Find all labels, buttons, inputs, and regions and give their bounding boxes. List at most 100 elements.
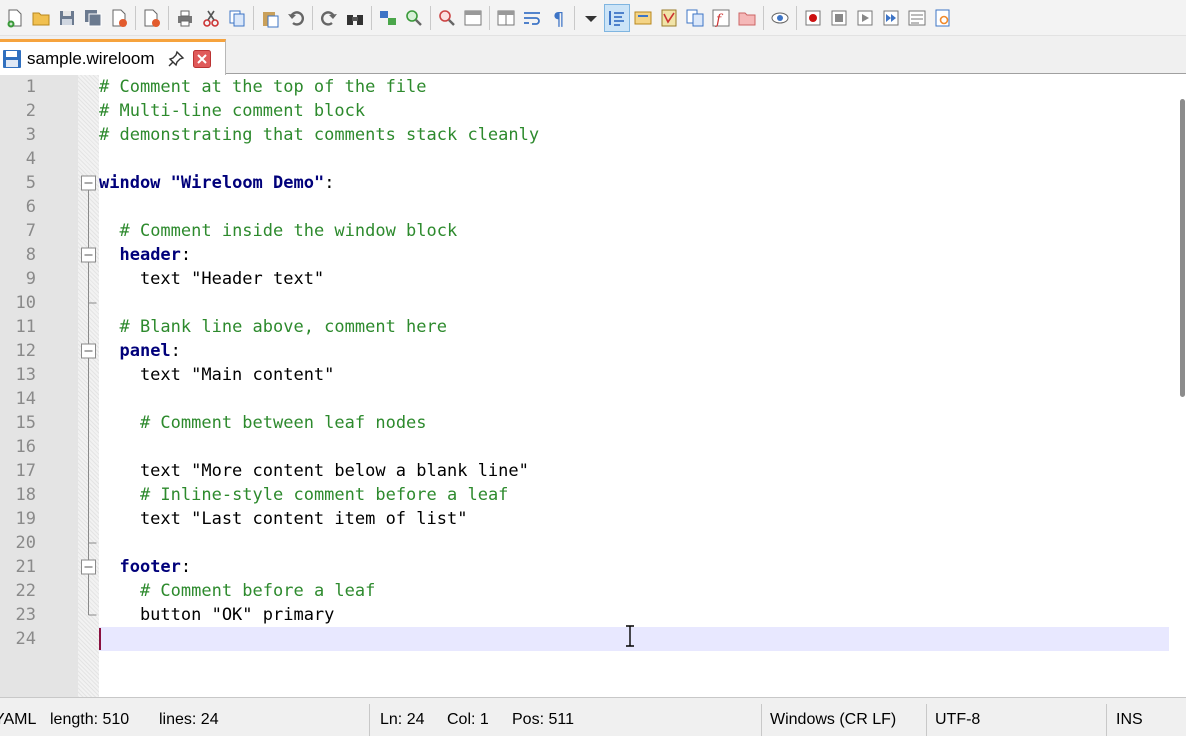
comment-token: # demonstrating that comments stack clea… — [99, 125, 540, 145]
code-line[interactable]: header: — [99, 243, 191, 267]
open-file-button[interactable] — [28, 4, 54, 32]
line-number: 13 — [15, 365, 36, 385]
tab-bar: sample.wireloom — [0, 36, 1186, 75]
find-button[interactable] — [342, 4, 368, 32]
fold-toggle-icon[interactable] — [81, 247, 96, 263]
spell-check-button[interactable] — [930, 4, 956, 32]
code-line[interactable]: text "Last content item of list" — [99, 507, 468, 531]
code-line[interactable]: button "OK" primary — [99, 603, 334, 627]
line-number: 19 — [15, 509, 36, 529]
code-line[interactable]: text "More content below a blank line" — [99, 459, 529, 483]
fold-toggle-icon[interactable] — [81, 559, 96, 575]
zoom-in-button[interactable] — [401, 4, 427, 32]
line-number: 24 — [15, 629, 36, 649]
run-macro-multiple-button[interactable] — [878, 4, 904, 32]
pin-icon[interactable] — [167, 50, 185, 68]
code-line[interactable]: text "Main content" — [99, 363, 334, 387]
fold-margin[interactable] — [78, 75, 99, 697]
comment-token: # Comment before a leaf — [139, 581, 376, 601]
editor[interactable]: 1 2 3 4 5 6 7 8 9 10 11 12 13 14 15 16 17 18 19 20 21 22 23 24 … — [0, 75, 1186, 697]
word-wrap-button[interactable] — [519, 4, 545, 32]
save-button[interactable] — [54, 4, 80, 32]
status-eol[interactable]: Windows (CR LF) — [770, 698, 896, 736]
line-number: 11 — [15, 317, 36, 337]
dropdown-button[interactable] — [578, 4, 604, 32]
keyword-token: "Wireloom Demo" — [170, 173, 325, 193]
show-all-characters-icon: ¶ — [553, 9, 564, 28]
save-macro-button[interactable] — [904, 4, 930, 32]
close-icon — [112, 9, 127, 27]
code-line[interactable]: # Blank line above, comment here — [99, 315, 447, 339]
indent-guide-icon — [609, 10, 624, 26]
tab-label: sample.wireloom — [27, 48, 155, 68]
status-col: Col: 1 — [447, 711, 489, 728]
keyword-token: header — [119, 245, 181, 265]
save-all-button[interactable] — [80, 4, 106, 32]
close-button[interactable] — [106, 4, 132, 32]
folder-workspace-button[interactable] — [734, 4, 760, 32]
zoom-out-button[interactable] — [434, 4, 460, 32]
code-line[interactable]: panel: — [99, 339, 181, 363]
document-map-icon — [661, 9, 677, 26]
text-token: text "Header text" — [99, 269, 325, 289]
line-number: 17 — [15, 461, 36, 481]
close-tab-icon[interactable] — [192, 49, 211, 68]
sync-vertical-button[interactable] — [460, 4, 486, 32]
document-list-button[interactable] — [682, 4, 708, 32]
vertical-scrollbar[interactable] — [1169, 75, 1186, 697]
code-line[interactable]: window "Wireloom Demo": — [99, 171, 334, 195]
text-token: : — [170, 341, 181, 361]
user-defined-language-button[interactable] — [630, 4, 656, 32]
tab-sample-wireloom[interactable]: sample.wireloom — [0, 39, 226, 75]
status-insert-mode[interactable]: INS — [1116, 698, 1143, 736]
record-macro-button[interactable] — [800, 4, 826, 32]
paste-button[interactable] — [257, 4, 283, 32]
folder-workspace-icon — [738, 12, 756, 25]
show-all-characters-button[interactable]: ¶ — [545, 4, 571, 32]
print-button[interactable] — [172, 4, 198, 32]
status-encoding[interactable]: UTF-8 — [935, 698, 980, 736]
undo-button[interactable] — [283, 4, 309, 32]
run-macro-multiple-icon — [883, 10, 899, 25]
code-line[interactable]: text "Header text" — [99, 267, 324, 291]
copy-button[interactable] — [224, 4, 250, 32]
sync-horizontal-button[interactable] — [493, 4, 519, 32]
fold-toggle-icon[interactable] — [81, 175, 96, 191]
code-line[interactable]: # demonstrating that comments stack clea… — [99, 123, 539, 147]
status-ln: Ln: 24 — [380, 711, 425, 728]
code-line[interactable]: footer: — [99, 555, 191, 579]
function-list-button[interactable]: f — [708, 4, 734, 32]
new-file-button[interactable] — [2, 4, 28, 32]
line-number: 21 — [15, 557, 36, 577]
toolbar: ¶ f — [0, 0, 1186, 36]
indent-guide-button[interactable] — [604, 3, 630, 32]
toolbar-separator — [312, 5, 313, 30]
comment-token: # Multi-line comment block — [99, 101, 366, 121]
document-map-button[interactable] — [656, 4, 682, 32]
replace-button[interactable] — [375, 4, 401, 32]
code-line[interactable]: # Multi-line comment block — [99, 99, 365, 123]
code-line[interactable]: # Inline-style comment before a leaf — [99, 483, 508, 507]
save-macro-icon — [908, 10, 926, 25]
zoom-in-icon — [406, 9, 422, 26]
text-token: text "Main content" — [99, 365, 335, 385]
cut-button[interactable] — [198, 4, 224, 32]
code-line[interactable]: # Comment before a leaf — [99, 579, 375, 603]
undo-icon — [288, 10, 305, 26]
zoom-out-icon — [439, 9, 455, 26]
comment-token: # Comment inside the window block — [119, 221, 458, 241]
playback-button[interactable] — [852, 4, 878, 32]
monitoring-button[interactable] — [767, 4, 793, 32]
scrollbar-thumb[interactable] — [1180, 99, 1185, 397]
close-all-button[interactable] — [139, 4, 165, 32]
redo-button[interactable] — [316, 4, 342, 32]
fold-toggle-icon[interactable] — [81, 343, 96, 359]
stop-recording-button[interactable] — [826, 4, 852, 32]
code-line[interactable]: # Comment inside the window block — [99, 219, 457, 243]
copy-icon — [229, 10, 245, 26]
code-line[interactable]: # Comment between leaf nodes — [99, 411, 427, 435]
line-number: 22 — [15, 581, 36, 601]
new-file-icon — [7, 9, 22, 27]
code-line[interactable]: # Comment at the top of the file — [99, 75, 427, 99]
